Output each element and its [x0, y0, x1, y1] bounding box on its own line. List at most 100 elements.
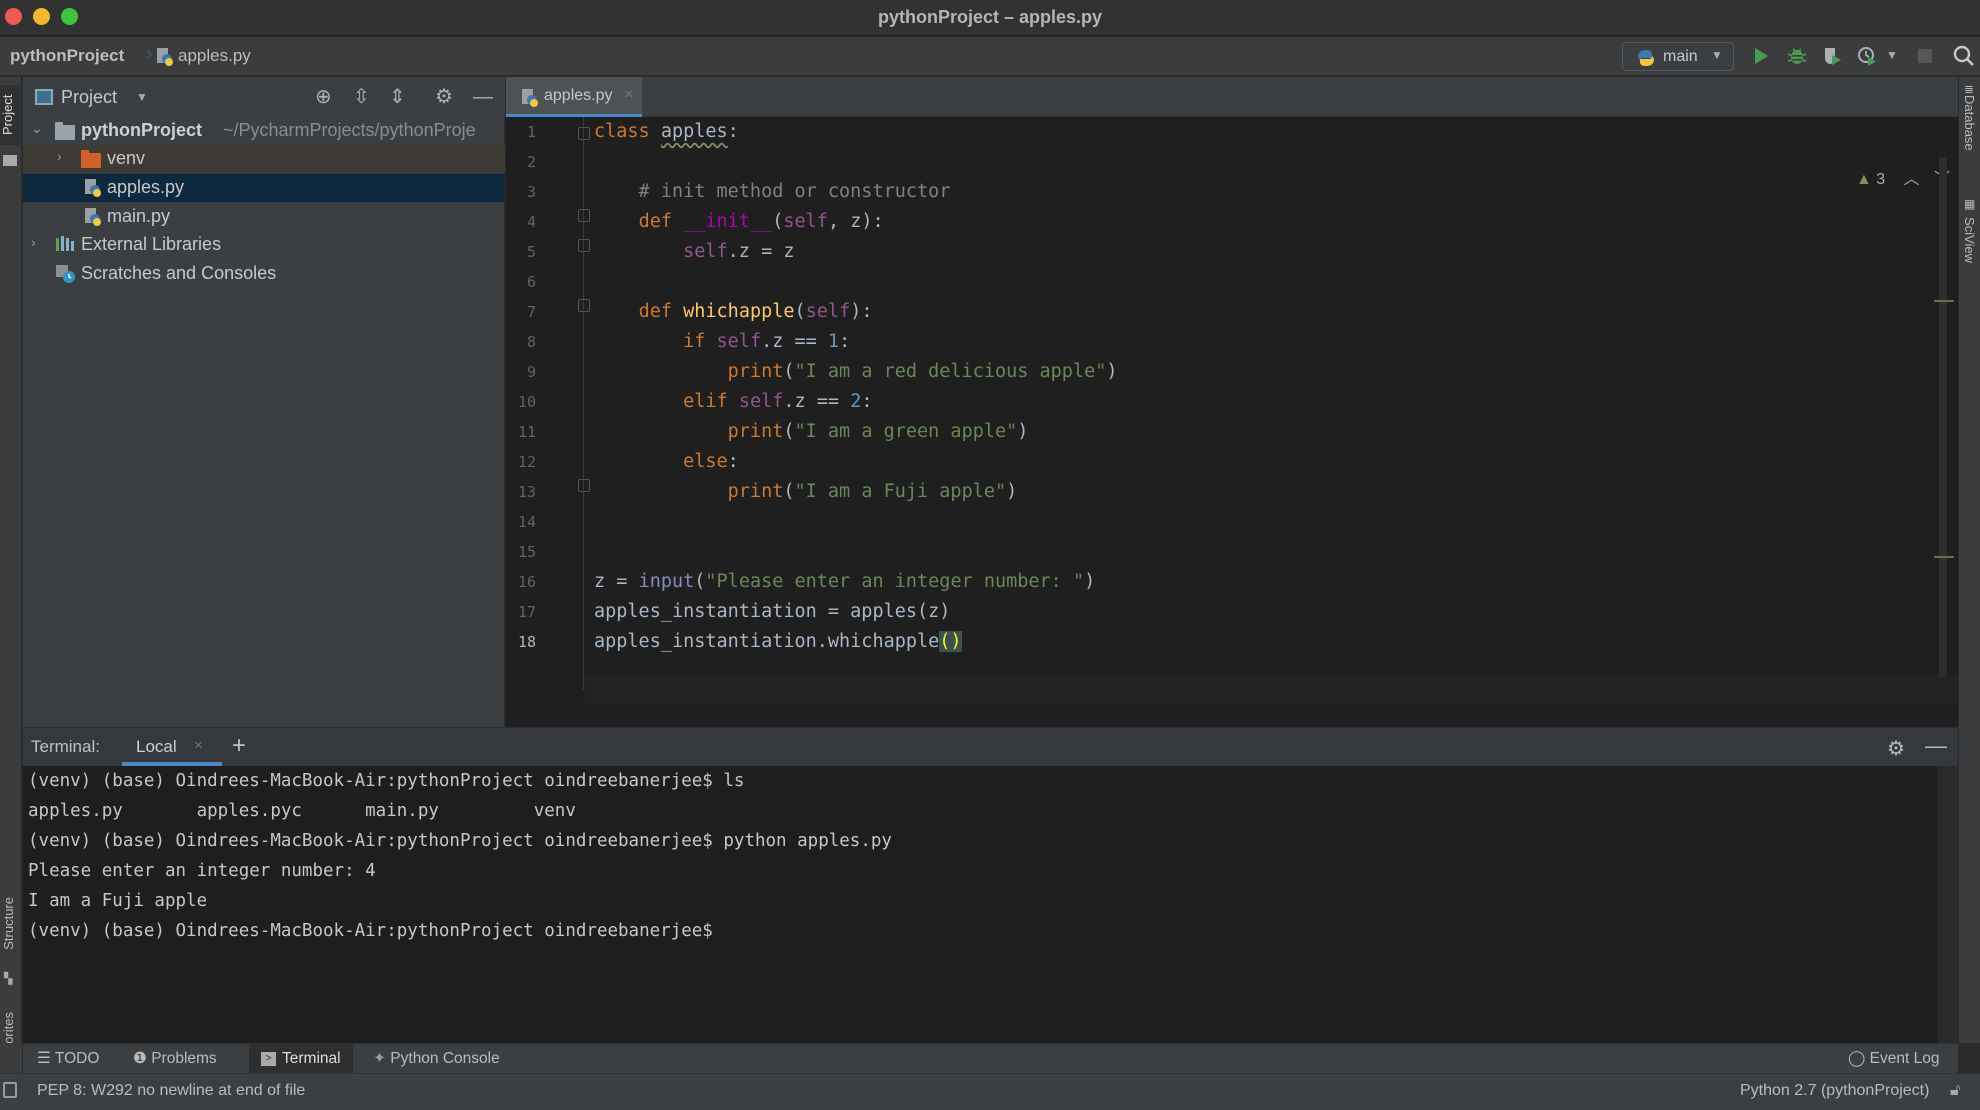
- chevron-right-icon[interactable]: ›: [31, 234, 36, 250]
- close-tab-icon[interactable]: ×: [624, 86, 633, 104]
- code-line: apples_instantiation.whichapple(): [594, 631, 962, 652]
- tool-tab-python-console[interactable]: ✦ Python Console: [373, 1044, 500, 1074]
- select-opened-file-icon[interactable]: ⊕: [315, 86, 332, 108]
- tree-item-label: External Libraries: [81, 234, 222, 254]
- tree-item-external-libraries[interactable]: › External Libraries: [23, 231, 505, 259]
- tool-window-tab-database[interactable]: Database: [1962, 95, 1977, 151]
- fold-marker-icon[interactable]: [578, 239, 590, 252]
- new-terminal-tab-button[interactable]: +: [232, 732, 246, 760]
- terminal-tab-local[interactable]: Local ×: [122, 728, 222, 766]
- tree-item-label: apples.py: [107, 177, 185, 197]
- code-line: print("I am a Fuji apple"): [727, 481, 1018, 502]
- run-with-coverage-icon[interactable]: [1821, 45, 1843, 67]
- line-number: 6: [526, 273, 536, 291]
- chevron-down-icon: ▼: [1711, 48, 1723, 62]
- editor-tab-apples-py[interactable]: apples.py ×: [506, 77, 642, 117]
- tree-item-main-py[interactable]: main.py: [23, 203, 505, 231]
- breadcrumb-file[interactable]: apples.py: [178, 46, 251, 66]
- terminal-line: apples.py apples.pyc main.py venv: [28, 801, 576, 821]
- editor: apples.py × ▲ 3 ︿ ﹀ 1 2 3 4 5 6 7 8 9 10: [506, 77, 1958, 727]
- tree-item-apples-py[interactable]: apples.py: [23, 174, 505, 202]
- line-number: 12: [517, 453, 536, 471]
- debug-icon[interactable]: [1786, 45, 1808, 67]
- chevron-down-icon[interactable]: ▼: [136, 90, 148, 104]
- code-line: print("I am a green apple"): [727, 421, 1029, 442]
- terminal-tool-window: Terminal: Local × + ⚙ — (venv) (base) Oi…: [23, 728, 1958, 1043]
- close-tab-icon[interactable]: ×: [194, 737, 203, 754]
- hide-panel-icon[interactable]: —: [1925, 733, 1947, 759]
- event-log-icon: ◯: [1848, 1050, 1870, 1067]
- breadcrumb-project[interactable]: pythonProject: [10, 46, 124, 66]
- tree-item-project-root[interactable]: ⌄ pythonProject ~/PycharmProjects/python…: [23, 117, 505, 145]
- collapse-all-icon[interactable]: ⇕: [389, 86, 406, 108]
- chevron-down-icon[interactable]: ⌄: [31, 120, 43, 137]
- terminal-line: Please enter an integer number: 4: [28, 861, 376, 881]
- python-logo-icon: ✦: [373, 1050, 391, 1067]
- previous-highlight-icon[interactable]: ︿: [1904, 171, 1920, 188]
- tool-tab-problems[interactable]: ❶ Problems: [133, 1044, 217, 1074]
- tool-tab-label: Terminal: [282, 1050, 341, 1067]
- code-editor[interactable]: ▲ 3 ︿ ﹀ 1 2 3 4 5 6 7 8 9 10 11 12 13 14…: [506, 117, 1958, 727]
- list-icon: ☰: [37, 1050, 55, 1067]
- code-line: def __init__(self, z):: [638, 211, 884, 232]
- fold-marker-icon[interactable]: [578, 299, 590, 312]
- code-line: if self.z == 1:: [683, 331, 851, 352]
- run-configuration-label: main: [1663, 48, 1698, 65]
- run-configuration-selector[interactable]: main ▼: [1622, 42, 1734, 71]
- status-message[interactable]: PEP 8: W292 no newline at end of file: [37, 1082, 305, 1100]
- toggle-tool-windows-icon[interactable]: [3, 1082, 17, 1098]
- tool-tab-todo[interactable]: ☰ TODO: [37, 1044, 99, 1074]
- terminal-output[interactable]: (venv) (base) Oindrees-MacBook-Air:pytho…: [28, 766, 1938, 1043]
- editor-scrollbar[interactable]: [1939, 157, 1947, 677]
- code-line: apples_instantiation = apples(z): [594, 601, 951, 622]
- tree-item-venv[interactable]: › venv: [23, 145, 505, 173]
- fold-marker-icon[interactable]: [578, 479, 590, 492]
- project-view-selector[interactable]: Project: [61, 87, 117, 108]
- lock-icon[interactable]: 🔓︎: [1950, 1082, 1960, 1100]
- navigation-bar: pythonProject › apples.py main ▼ ▼: [0, 37, 1980, 76]
- line-number: 15: [517, 543, 536, 561]
- inspection-count: 3: [1876, 171, 1886, 188]
- run-icon[interactable]: [1750, 45, 1772, 67]
- line-number: 5: [526, 243, 536, 261]
- error-stripe-mark[interactable]: [1934, 300, 1954, 302]
- terminal-icon: >: [261, 1051, 276, 1066]
- line-number: 1: [526, 123, 536, 141]
- line-number: 3: [526, 183, 536, 201]
- title-bar: pythonProject – apples.py: [0, 0, 1980, 36]
- fold-marker-icon[interactable]: [578, 127, 590, 140]
- breadcrumb-separator: ›: [146, 43, 153, 65]
- terminal-line: (venv) (base) Oindrees-MacBook-Air:pytho…: [28, 771, 745, 791]
- stop-icon[interactable]: [1914, 45, 1936, 67]
- tool-tab-label: Event Log: [1869, 1050, 1940, 1067]
- tool-window-tab-project[interactable]: Project: [0, 85, 22, 145]
- hide-panel-icon[interactable]: —: [473, 86, 493, 108]
- line-number: 14: [517, 513, 536, 531]
- tool-window-tab-sciview[interactable]: SciView: [1962, 217, 1977, 263]
- tool-tab-terminal[interactable]: > Terminal: [249, 1044, 353, 1074]
- gear-icon[interactable]: ⚙: [435, 86, 453, 108]
- expand-all-icon[interactable]: ⇳: [353, 86, 370, 108]
- project-panel-header: Project ▼ ⊕ ⇳ ⇕ ⚙ —: [23, 77, 505, 117]
- chevron-right-icon[interactable]: ›: [57, 148, 62, 164]
- tool-window-tab-structure[interactable]: Structure: [1, 897, 16, 950]
- search-everywhere-icon[interactable]: [1952, 44, 1976, 73]
- left-strip-footer: [0, 1043, 22, 1073]
- gear-icon[interactable]: ⚙: [1887, 736, 1905, 761]
- more-run-options-icon[interactable]: ▼: [1886, 48, 1908, 70]
- tree-item-label: Scratches and Consoles: [81, 263, 277, 283]
- structure-icon: ▚: [4, 973, 13, 985]
- line-number: 16: [517, 573, 536, 591]
- fold-marker-icon[interactable]: [578, 209, 590, 222]
- window-title: pythonProject – apples.py: [877, 7, 1103, 27]
- terminal-scrollbar[interactable]: [1937, 766, 1958, 1043]
- error-stripe-mark[interactable]: [1934, 556, 1954, 558]
- profile-icon[interactable]: [1856, 45, 1878, 67]
- tool-tab-event-log[interactable]: ◯ Event Log: [1848, 1044, 1939, 1074]
- tree-item-scratches[interactable]: Scratches and Consoles: [23, 260, 505, 288]
- python-logo-icon: [1635, 48, 1657, 73]
- code-line: class apples:: [594, 121, 739, 142]
- inspections-widget[interactable]: ▲ 3 ︿ ﹀: [1856, 165, 1950, 189]
- interpreter-selector[interactable]: Python 2.7 (pythonProject): [1740, 1082, 1929, 1100]
- line-number: 8: [526, 333, 536, 351]
